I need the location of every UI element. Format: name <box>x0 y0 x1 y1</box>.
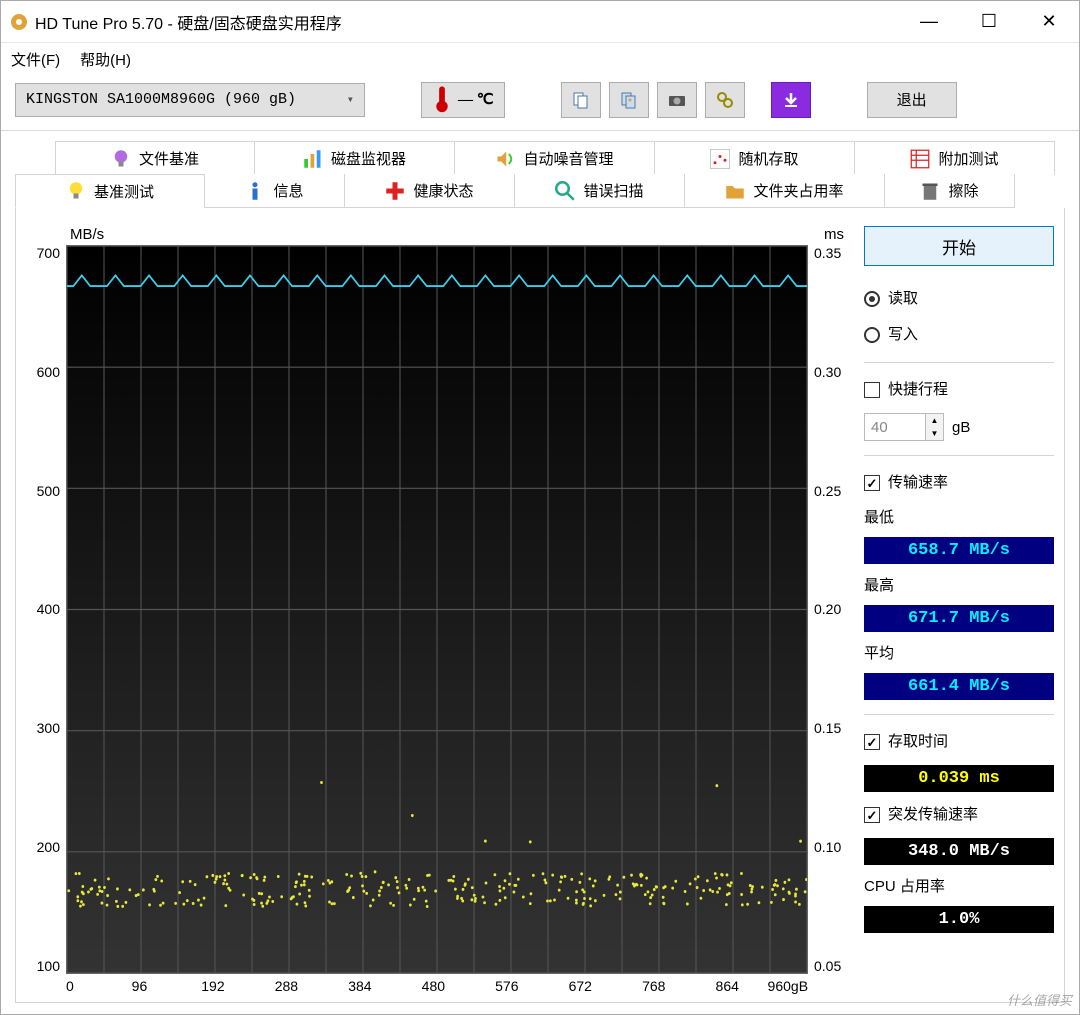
spin-up-icon[interactable]: ▲ <box>926 414 943 427</box>
checkbox-icon <box>864 382 880 398</box>
menu-help[interactable]: 帮助(H) <box>80 49 131 70</box>
tab-error-scan[interactable]: 错误扫描 <box>515 174 685 208</box>
tabs-area: 文件基准 磁盘监视器 自动噪音管理 随机存取 附加测试 <box>1 131 1079 1014</box>
tab-folder-usage[interactable]: 文件夹占用率 <box>685 174 885 208</box>
tab-disk-monitor[interactable]: 磁盘监视器 <box>255 141 455 175</box>
folder-icon <box>725 181 745 201</box>
tab-health[interactable]: 健康状态 <box>345 174 515 208</box>
bar-chart-icon <box>303 149 323 169</box>
trash-icon <box>920 181 940 201</box>
cpu-usage-label: CPU 占用率 <box>864 875 1054 896</box>
max-value: 671.7 MB/s <box>864 605 1054 632</box>
health-cross-icon <box>385 181 405 201</box>
grid-icon <box>910 149 930 169</box>
chevron-down-icon: ▾ <box>347 92 354 107</box>
minimize-button[interactable]: — <box>899 1 959 42</box>
options-button[interactable] <box>705 82 745 118</box>
tabs-row-upper: 文件基准 磁盘监视器 自动噪音管理 随机存取 附加测试 <box>15 141 1065 175</box>
info-icon <box>245 181 265 201</box>
menu-file[interactable]: 文件(F) <box>11 49 60 70</box>
tab-random-access[interactable]: 随机存取 <box>655 141 855 175</box>
chart-y1-label: MB/s <box>70 226 104 243</box>
max-label: 最高 <box>864 574 1054 595</box>
checkbox-icon <box>864 807 880 823</box>
checkbox-icon <box>864 475 880 491</box>
temperature-value: — ℃ <box>458 90 494 109</box>
burst-rate-value: 348.0 MB/s <box>864 838 1054 865</box>
min-value: 658.7 MB/s <box>864 537 1054 564</box>
drive-select[interactable]: KINGSTON SA1000M8960G (960 gB) ▾ <box>15 83 365 117</box>
checkbox-icon <box>864 734 880 750</box>
read-radio[interactable]: 读取 <box>864 286 1054 312</box>
tab-erase[interactable]: 擦除 <box>885 174 1015 208</box>
app-icon <box>9 12 29 32</box>
short-stroke-checkbox[interactable]: 快捷行程 <box>864 377 1054 403</box>
start-button[interactable]: 开始 <box>864 226 1054 266</box>
speaker-icon <box>495 149 515 169</box>
save-button[interactable] <box>771 82 811 118</box>
avg-value: 661.4 MB/s <box>864 673 1054 700</box>
tab-aam[interactable]: 自动噪音管理 <box>455 141 655 175</box>
radio-icon <box>864 291 880 307</box>
chart-y2-axis: 0.350.300.250.200.150.100.05 <box>808 245 850 974</box>
transfer-rate-checkbox[interactable]: 传输速率 <box>864 470 1054 496</box>
toolbar: KINGSTON SA1000M8960G (960 gB) ▾ — ℃ <box>1 75 1079 131</box>
camera-icon <box>667 90 687 110</box>
spin-down-icon[interactable]: ▼ <box>926 427 943 440</box>
access-time-value: 0.039 ms <box>864 765 1054 792</box>
chart-y2-label: ms <box>824 226 844 243</box>
lightbulb-purple-icon <box>111 149 131 169</box>
chart-y1-axis: 700600500400300200100 <box>28 245 66 974</box>
tab-extra-tests[interactable]: 附加测试 <box>855 141 1055 175</box>
access-time-checkbox[interactable]: 存取时间 <box>864 729 1054 755</box>
drive-select-value: KINGSTON SA1000M8960G (960 gB) <box>26 91 296 108</box>
tab-benchmark[interactable]: 基准测试 <box>15 174 205 208</box>
copy-text-icon <box>571 90 591 110</box>
cpu-usage-value: 1.0% <box>864 906 1054 933</box>
tab-content: MB/s ms 700600500400300200100 0.350.300.… <box>15 208 1065 1003</box>
gears-icon <box>715 90 735 110</box>
save-screenshot-button[interactable] <box>657 82 697 118</box>
magnifier-icon <box>555 181 575 201</box>
write-radio[interactable]: 写入 <box>864 322 1054 348</box>
burst-rate-checkbox[interactable]: 突发传输速率 <box>864 802 1054 828</box>
tabs-row-lower: 基准测试 信息 健康状态 错误扫描 文件夹占用率 <box>15 174 1065 208</box>
scatter-icon <box>710 149 730 169</box>
temperature-display: — ℃ <box>421 82 505 118</box>
copy-image-icon <box>619 90 639 110</box>
thermometer-icon <box>432 90 452 110</box>
chart-plot-area <box>66 245 808 974</box>
window-title: HD Tune Pro 5.70 - 硬盘/固态硬盘实用程序 <box>35 10 899 34</box>
maximize-button[interactable]: ☐ <box>959 1 1019 42</box>
menu-bar: 文件(F) 帮助(H) <box>1 43 1079 75</box>
download-arrow-icon <box>781 90 801 110</box>
short-stroke-value: 40 ▲▼ gB <box>864 413 1054 441</box>
exit-button-label: 退出 <box>897 89 927 110</box>
results-sidebar: 开始 读取 写入 快捷行程 <box>850 226 1054 994</box>
close-button[interactable]: ✕ <box>1019 1 1079 42</box>
radio-icon <box>864 327 880 343</box>
short-stroke-input[interactable]: 40 ▲▼ <box>864 413 944 441</box>
chart-panel: MB/s ms 700600500400300200100 0.350.300.… <box>28 226 850 994</box>
min-label: 最低 <box>864 506 1054 527</box>
lightbulb-yellow-icon <box>66 181 86 201</box>
tab-info[interactable]: 信息 <box>205 174 345 208</box>
exit-button[interactable]: 退出 <box>867 82 957 118</box>
title-bar: HD Tune Pro 5.70 - 硬盘/固态硬盘实用程序 — ☐ ✕ <box>1 1 1079 43</box>
chart-x-axis: 096192288384480576672768864960gB <box>28 974 850 994</box>
tab-file-benchmark[interactable]: 文件基准 <box>55 141 255 175</box>
copy-screenshot-button[interactable] <box>609 82 649 118</box>
avg-label: 平均 <box>864 642 1054 663</box>
copy-info-button[interactable] <box>561 82 601 118</box>
